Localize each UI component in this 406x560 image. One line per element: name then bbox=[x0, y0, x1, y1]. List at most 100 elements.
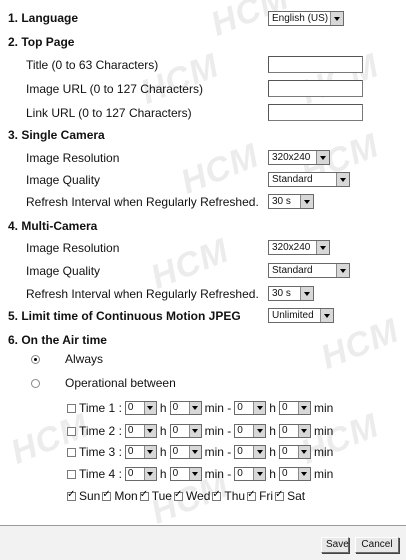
multi-refresh-label: Refresh Interval when Regularly Refreshe… bbox=[26, 287, 259, 301]
single-resolution-select[interactable]: 320x240 bbox=[268, 150, 330, 165]
title-input[interactable] bbox=[268, 56, 363, 73]
time-2-checkbox[interactable] bbox=[67, 426, 76, 436]
time-2-end-min-select[interactable]: 0 bbox=[278, 424, 311, 438]
time-3-end-min-select[interactable]: 0 bbox=[278, 445, 311, 459]
chevron-down-icon bbox=[297, 402, 310, 414]
time-row-4: Time 4 : 0 h 0 min - 0 h 0 min bbox=[67, 466, 333, 482]
button-bar: Save Cancel bbox=[0, 525, 406, 560]
time-3-start-hour-select[interactable]: 0 bbox=[124, 445, 157, 459]
hour-unit-label: h bbox=[269, 424, 276, 438]
weekday-checkboxes: Sun Mon Tue Wed Thu Fri Sat bbox=[67, 489, 307, 503]
single-refresh-value: 30 s bbox=[272, 196, 291, 207]
image-url-input[interactable] bbox=[268, 80, 363, 97]
select-value: 0 bbox=[127, 402, 134, 413]
multi-refresh-select[interactable]: 30 s bbox=[268, 286, 314, 301]
time-1-checkbox[interactable] bbox=[67, 403, 76, 413]
multi-resolution-value: 320x240 bbox=[272, 242, 311, 253]
multi-resolution-select[interactable]: 320x240 bbox=[268, 240, 330, 255]
time-4-end-min-select[interactable]: 0 bbox=[278, 467, 311, 481]
time-1-end-min-select[interactable]: 0 bbox=[278, 401, 311, 415]
time-row-1: Time 1 : 0 h 0 min - 0 h 0 min bbox=[67, 400, 333, 416]
min-unit-label: min bbox=[313, 424, 334, 438]
chevron-down-icon bbox=[253, 425, 266, 437]
mon-checkbox[interactable] bbox=[102, 489, 112, 501]
chevron-down-icon bbox=[297, 425, 310, 437]
min-dash-label: min - bbox=[204, 445, 232, 459]
day-label: Mon bbox=[114, 489, 138, 503]
section-language-title: 1. Language bbox=[8, 11, 79, 25]
select-value: 0 bbox=[281, 425, 288, 436]
thu-checkbox[interactable] bbox=[212, 489, 222, 501]
language-select[interactable]: English (US) bbox=[268, 11, 344, 26]
language-select-value: English (US) bbox=[272, 13, 329, 24]
time-4-start-hour-select[interactable]: 0 bbox=[124, 467, 157, 481]
section-limit-title: 5. Limit time of Continuous Motion JPEG bbox=[8, 309, 241, 323]
settings-panel: 1. Language English (US) 2. Top Page Tit… bbox=[0, 0, 406, 560]
section-single-camera-title: 3. Single Camera bbox=[8, 128, 105, 142]
min-unit-label: min bbox=[313, 401, 334, 415]
select-value: 0 bbox=[281, 468, 288, 479]
time-1-start-hour-select[interactable]: 0 bbox=[124, 401, 157, 415]
min-unit-label: min bbox=[313, 445, 334, 459]
time-4-start-min-select[interactable]: 0 bbox=[169, 467, 202, 481]
single-refresh-select[interactable]: 30 s bbox=[268, 194, 314, 209]
save-button[interactable]: Save bbox=[321, 537, 349, 553]
single-quality-value: Standard bbox=[272, 174, 313, 185]
chevron-down-icon bbox=[253, 468, 266, 480]
day-label: Tue bbox=[151, 489, 172, 503]
time-1-start-min-select[interactable]: 0 bbox=[169, 401, 202, 415]
always-radio[interactable] bbox=[31, 355, 40, 364]
select-value: 0 bbox=[172, 468, 179, 479]
cancel-button[interactable]: Cancel bbox=[355, 537, 399, 553]
chevron-down-icon bbox=[336, 264, 349, 277]
chevron-down-icon bbox=[143, 425, 156, 437]
link-url-label: Link URL (0 to 127 Characters) bbox=[26, 106, 192, 120]
fri-checkbox[interactable] bbox=[247, 489, 257, 501]
multi-quality-select[interactable]: Standard bbox=[268, 263, 350, 278]
select-value: 0 bbox=[127, 446, 134, 457]
select-value: 0 bbox=[127, 468, 134, 479]
time-3-checkbox[interactable] bbox=[67, 447, 76, 457]
chevron-down-icon bbox=[188, 425, 201, 437]
limit-select[interactable]: Unlimited bbox=[268, 308, 334, 323]
limit-select-value: Unlimited bbox=[272, 310, 314, 321]
select-value: 0 bbox=[172, 446, 179, 457]
min-unit-label: min bbox=[313, 467, 334, 481]
hour-unit-label: h bbox=[159, 401, 167, 415]
time-3-start-min-select[interactable]: 0 bbox=[169, 445, 202, 459]
day-label: Fri bbox=[259, 489, 274, 503]
chevron-down-icon bbox=[143, 402, 156, 414]
chevron-down-icon bbox=[316, 151, 329, 164]
time-4-checkbox[interactable] bbox=[67, 469, 76, 479]
title-label: Title (0 to 63 Characters) bbox=[26, 58, 159, 72]
link-url-input[interactable] bbox=[268, 104, 363, 121]
time-2-start-min-select[interactable]: 0 bbox=[169, 424, 202, 438]
min-dash-label: min - bbox=[204, 401, 232, 415]
single-quality-select[interactable]: Standard bbox=[268, 172, 350, 187]
chevron-down-icon bbox=[320, 309, 333, 322]
day-label: Sat bbox=[287, 489, 306, 503]
tue-checkbox[interactable] bbox=[139, 489, 149, 501]
wed-checkbox[interactable] bbox=[173, 489, 183, 501]
sun-checkbox[interactable] bbox=[67, 489, 76, 501]
time-4-end-hour-select[interactable]: 0 bbox=[234, 467, 267, 481]
time-3-end-hour-select[interactable]: 0 bbox=[234, 445, 267, 459]
time-1-end-hour-select[interactable]: 0 bbox=[234, 401, 267, 415]
chevron-down-icon bbox=[297, 468, 310, 480]
operational-between-radio[interactable] bbox=[31, 379, 40, 388]
time-2-start-hour-select[interactable]: 0 bbox=[124, 424, 157, 438]
select-value: 0 bbox=[172, 402, 179, 413]
operational-between-label: Operational between bbox=[65, 376, 176, 390]
single-resolution-label: Image Resolution bbox=[26, 151, 120, 165]
chevron-down-icon bbox=[336, 173, 349, 186]
select-value: 0 bbox=[237, 446, 243, 457]
time-row-3: Time 3 : 0 h 0 min - 0 h 0 min bbox=[67, 444, 333, 460]
chevron-down-icon bbox=[143, 468, 156, 480]
time-2-end-hour-select[interactable]: 0 bbox=[234, 424, 267, 438]
min-dash-label: min - bbox=[204, 467, 232, 481]
chevron-down-icon bbox=[300, 195, 313, 208]
sat-checkbox[interactable] bbox=[275, 489, 285, 501]
select-value: 0 bbox=[237, 402, 243, 413]
chevron-down-icon bbox=[253, 402, 266, 414]
chevron-down-icon bbox=[188, 446, 201, 458]
